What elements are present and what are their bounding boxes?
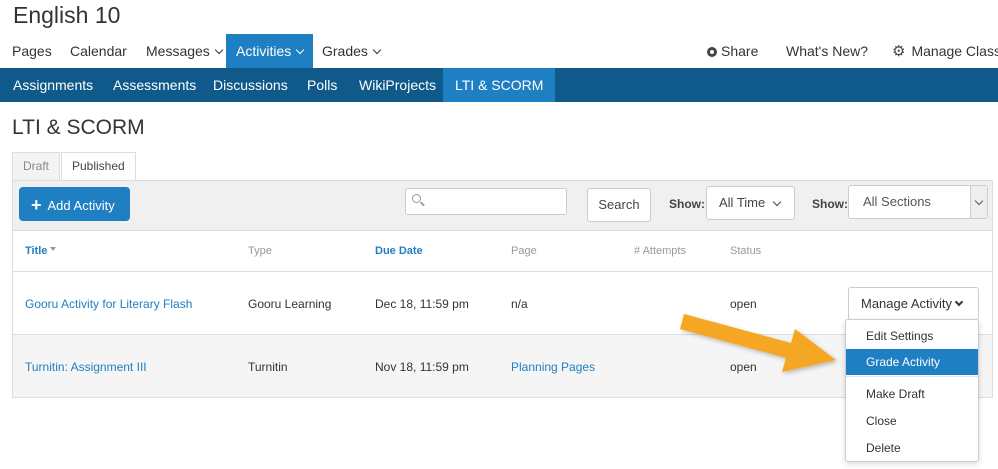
nav-grades-label: Grades — [322, 43, 368, 59]
show-sections-label: Show: — [812, 197, 848, 211]
row-page-link[interactable]: Planning Pages — [511, 360, 595, 374]
header-type: Type — [248, 245, 272, 257]
chevron-down-icon — [954, 297, 964, 307]
time-filter-value: All Time — [719, 195, 766, 210]
nav-calendar[interactable]: Calendar — [70, 34, 127, 68]
menu-make-draft[interactable]: Make Draft — [846, 381, 978, 407]
nav-messages-label: Messages — [146, 43, 210, 59]
whats-new-link[interactable]: What's New? — [786, 34, 868, 68]
menu-edit-settings[interactable]: Edit Settings — [846, 323, 978, 349]
sections-filter-value: All Sections — [863, 194, 931, 209]
nav-activities[interactable]: Activities — [226, 34, 314, 68]
add-activity-button[interactable]: + Add Activity — [19, 187, 130, 221]
chevron-down-icon — [295, 45, 305, 55]
header-due-date[interactable]: Due Date — [375, 245, 423, 257]
show-time-label: Show: — [669, 197, 705, 211]
tab-draft[interactable]: Draft — [12, 152, 61, 180]
manage-class-link[interactable]: ⚙ Manage Class — [892, 34, 998, 68]
gear-icon: ⚙ — [892, 43, 906, 60]
row-title-link[interactable]: Gooru Activity for Literary Flash — [25, 297, 192, 311]
search-icon — [412, 194, 421, 203]
menu-divider — [846, 376, 978, 377]
row-due-date: Dec 18, 11:59 pm — [375, 297, 469, 311]
activities-subnav: Assignments Assessments Discussions Poll… — [0, 68, 998, 102]
row-title-link[interactable]: Turnitin: Assignment III — [25, 360, 147, 374]
menu-grade-activity[interactable]: Grade Activity — [846, 349, 978, 375]
header-attempts: # Attempts — [634, 245, 686, 257]
nav-messages[interactable]: Messages — [146, 34, 224, 68]
share-link[interactable]: Share — [707, 34, 758, 68]
chevron-down-icon — [772, 197, 782, 207]
share-icon — [707, 47, 717, 57]
time-filter-select[interactable]: All Time — [706, 186, 795, 220]
row-page: n/a — [511, 297, 528, 311]
select-arrow-icon — [970, 186, 987, 218]
menu-delete[interactable]: Delete — [846, 435, 978, 461]
plus-icon: + — [31, 195, 42, 215]
sort-caret-icon — [50, 247, 57, 251]
row-type: Gooru Learning — [248, 297, 332, 311]
chevron-down-icon — [372, 45, 382, 55]
nav-pages[interactable]: Pages — [12, 34, 52, 68]
manage-activity-button[interactable]: Manage Activity — [848, 287, 979, 320]
page-title: LTI & SCORM — [12, 116, 145, 139]
row-type: Turnitin — [248, 360, 288, 374]
add-activity-label: Add Activity — [47, 198, 115, 213]
row-due-date: Nov 18, 11:59 pm — [375, 360, 469, 374]
header-title-label: Title — [25, 245, 48, 257]
toolbar: + Add Activity Search Show: All Time Show… — [13, 181, 992, 231]
share-label: Share — [721, 43, 759, 59]
subnav-lti-scorm[interactable]: LTI & SCORM — [443, 68, 556, 102]
search-input[interactable] — [405, 188, 567, 215]
nav-grades[interactable]: Grades — [322, 34, 382, 68]
subnav-assignments[interactable]: Assignments — [1, 68, 105, 102]
subnav-polls[interactable]: Polls — [295, 68, 349, 102]
manage-class-label: Manage Class — [911, 43, 998, 59]
subnav-wikiprojects[interactable]: WikiProjects — [347, 68, 448, 102]
manage-activity-label: Manage Activity — [861, 296, 953, 311]
callout-arrow-icon — [680, 314, 836, 372]
nav-activities-label: Activities — [236, 43, 292, 59]
class-title: English 10 — [13, 2, 121, 28]
manage-activity-menu: Edit Settings Grade Activity Make Draft … — [845, 319, 979, 462]
header-page: Page — [511, 245, 537, 257]
subnav-assessments[interactable]: Assessments — [101, 68, 208, 102]
header-status: Status — [730, 245, 762, 257]
search-button[interactable]: Search — [587, 188, 651, 222]
menu-close[interactable]: Close — [846, 408, 978, 434]
subnav-discussions[interactable]: Discussions — [201, 68, 300, 102]
chevron-down-icon — [214, 45, 224, 55]
header-title[interactable]: Title — [25, 245, 57, 257]
top-navigation: Pages Calendar Messages Activities Grade… — [0, 34, 998, 68]
sections-filter-select[interactable]: All Sections — [848, 185, 988, 219]
tab-published[interactable]: Published — [61, 152, 136, 181]
